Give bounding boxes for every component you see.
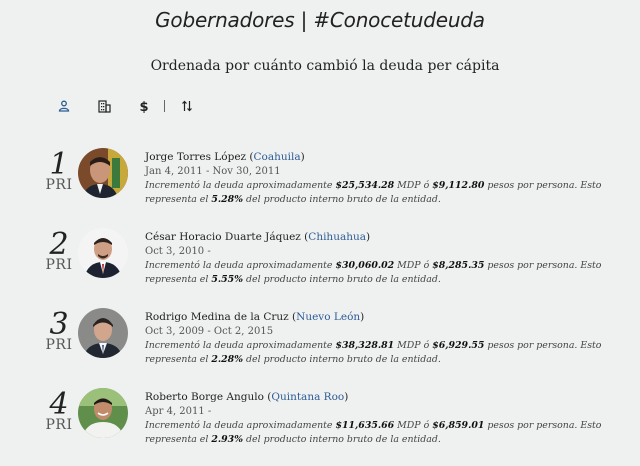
debt-per-capita-value: $6,859.01 [432,420,485,431]
list-item[interactable]: 3 PRI Rodrigo Medina de la Cruz (Nuevo L… [0,306,640,386]
rank-number: 3 [49,307,69,342]
term-dates: Oct 3, 2010 - [145,246,211,257]
governor-name-line: Rodrigo Medina de la Cruz (Nuevo León) [145,311,365,323]
list-item[interactable]: 4 PRI Roberto Borge Angulo (Quintana Roo… [0,386,640,466]
pib-percent-value: 2.28% [211,354,244,365]
governor-name: Roberto Borge Angulo [145,391,264,403]
page-subtitle: Ordenada por cuánto cambió la deuda per … [150,58,500,74]
list-item[interactable]: 1 PRI Jorge Torres López (Coahuila) Jan … [0,146,640,226]
desc-text: MDP ó [394,180,433,191]
rank-block: 2 PRI [44,227,74,274]
governor-name-line: Roberto Borge Angulo (Quintana Roo) [145,391,349,403]
governor-name-line: Jorge Torres López (Coahuila) [145,151,305,163]
term-dates: Oct 3, 2009 - Oct 2, 2015 [145,326,274,337]
debt-mdp-value: $30,060.02 [335,260,395,271]
desc-text: Incrementó la deuda aproximadamente [145,260,336,271]
toolbar-divider [164,100,165,112]
desc-text: MDP ó [394,420,433,431]
governor-info: Rodrigo Medina de la Cruz (Nuevo León) O… [145,310,615,367]
party-label: PRI [45,337,73,353]
debt-mdp-value: $38,328.81 [335,340,395,351]
avatar [78,308,128,358]
governor-name: Jorge Torres López [145,151,247,163]
debt-per-capita-value: $9,112.80 [432,180,485,191]
debt-description: Incrementó la deuda aproximadamente $25,… [145,179,615,207]
sort-by-state-button[interactable] [96,98,112,114]
governor-name: Rodrigo Medina de la Cruz [145,311,289,323]
desc-text: Incrementó la deuda aproximadamente [145,420,336,431]
svg-text:$: $ [139,100,148,113]
term-dates: Jan 4, 2011 - Nov 30, 2011 [145,166,281,177]
sort-by-debt-button[interactable]: $ [136,98,152,114]
governor-info: César Horacio Duarte Jáquez (Chihuahua) … [145,230,615,287]
sort-by-person-button[interactable] [56,98,72,114]
rank-block: 4 PRI [44,387,74,434]
debt-per-capita-value: $6,929.55 [432,340,485,351]
term-dates: Apr 4, 2011 - [145,406,212,417]
pib-percent-value: 5.28% [211,194,244,205]
desc-text: MDP ó [394,260,433,271]
rank-number: 4 [49,387,69,422]
desc-text: del producto interno bruto de la entidad… [243,274,441,285]
desc-text: del producto interno bruto de la entidad… [243,194,441,205]
desc-text: Incrementó la deuda aproximadamente [145,180,336,191]
building-icon [97,99,111,113]
desc-text: MDP ó [394,340,433,351]
desc-text: del producto interno bruto de la entidad… [243,434,441,445]
debt-description: Incrementó la deuda aproximadamente $30,… [145,259,615,287]
state-link[interactable]: Coahuila [254,151,301,163]
avatar [78,388,128,438]
party-label: PRI [45,417,73,433]
debt-description: Incrementó la deuda aproximadamente $11,… [145,419,615,447]
list-item[interactable]: 2 PRI César Horacio Duarte Jáquez (Chihu… [0,226,640,306]
debt-mdp-value: $11,635.66 [335,420,395,431]
governor-info: Roberto Borge Angulo (Quintana Roo) Apr … [145,390,615,447]
sort-order-button[interactable] [179,98,195,114]
debt-mdp-value: $25,534.28 [335,180,395,191]
rank-block: 1 PRI [44,147,74,194]
state-link[interactable]: Nuevo León [296,311,360,323]
debt-per-capita-value: $8,285.35 [432,260,485,271]
desc-text: del producto interno bruto de la entidad… [243,354,441,365]
desc-text: Incrementó la deuda aproximadamente [145,340,336,351]
dollar-icon: $ [139,100,148,113]
governor-info: Jorge Torres López (Coahuila) Jan 4, 201… [145,150,615,207]
avatar [78,228,128,278]
rank-number: 1 [49,147,69,182]
pib-percent-value: 2.93% [211,434,244,445]
person-icon [58,100,70,112]
party-label: PRI [45,257,73,273]
debt-description: Incrementó la deuda aproximadamente $38,… [145,339,615,367]
rank-number: 2 [49,227,69,262]
rank-block: 3 PRI [44,307,74,354]
state-link[interactable]: Chihuahua [308,231,366,243]
toolbar: $ [56,96,195,116]
state-link[interactable]: Quintana Roo [271,391,344,403]
party-label: PRI [45,177,73,193]
page-title: Gobernadores | #Conocetudeuda [155,8,485,32]
avatar [78,148,128,198]
governor-name: César Horacio Duarte Jáquez [145,231,301,243]
pib-percent-value: 5.55% [211,274,244,285]
sort-icon [182,100,192,112]
governor-name-line: César Horacio Duarte Jáquez (Chihuahua) [145,231,371,243]
